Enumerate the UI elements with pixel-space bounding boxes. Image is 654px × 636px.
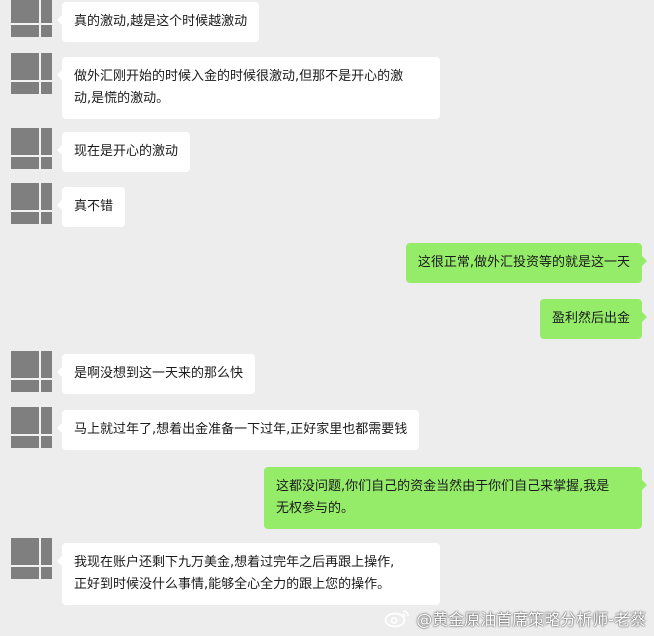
contact-avatar[interactable]: [11, 407, 52, 448]
message-text-line: 无权参与的。: [276, 501, 355, 516]
outgoing-message-bubble[interactable]: 这都没问题,你们自己的资金当然由于你们自己来掌握,我是 无权参与的。: [264, 467, 647, 529]
watermark-text: @黄金原油首席策略分析师-老蔡: [416, 610, 646, 629]
message-text: 马上就过年了,想着出金准备一下过年,正好家里也都需要钱: [74, 422, 408, 437]
incoming-message-bubble[interactable]: 真的激动,越是这个时候越激动: [56, 2, 260, 42]
incoming-message-bubble[interactable]: 现在是开心的激动: [56, 132, 191, 172]
message-text: 真不错: [74, 199, 114, 214]
message-text: 现在是开心的激动: [74, 144, 179, 159]
incoming-message-bubble[interactable]: 我现在账户还剩下九万美金,想着过完年之后再跟上操作, 正好到时候没什么事情,能够…: [57, 543, 440, 605]
watermark: @黄金原油首席策略分析师-老蔡: [384, 606, 646, 630]
message-text: 是啊没想到这一天来的那么快: [74, 366, 244, 381]
incoming-message-bubble[interactable]: 真不错: [56, 187, 126, 227]
message-text-line: 正好到时候没什么事情,能够全心全力的跟上您的操作。: [74, 577, 391, 592]
contact-avatar[interactable]: [11, 0, 52, 37]
incoming-message-bubble[interactable]: 做外汇刚开始的时候入金的时候很激动,但那不是开心的激 动,是慌的激动。: [57, 57, 440, 119]
contact-avatar[interactable]: [11, 351, 52, 392]
contact-avatar[interactable]: [11, 128, 52, 169]
message-text: 这很正常,做外汇投资等的就是这一天: [417, 255, 630, 270]
contact-avatar[interactable]: [11, 183, 52, 224]
outgoing-message-bubble[interactable]: 这很正常,做外汇投资等的就是这一天: [405, 243, 648, 283]
message-text-line: 动,是慌的激动。: [74, 91, 170, 106]
message-text-line: 这都没问题,你们自己的资金当然由于你们自己来掌握,我是: [276, 479, 610, 494]
message-text: 盈利然后出金: [551, 311, 630, 326]
incoming-message-bubble[interactable]: 是啊没想到这一天来的那么快: [56, 354, 256, 394]
incoming-message-bubble[interactable]: 马上就过年了,想着出金准备一下过年,正好家里也都需要钱: [56, 410, 420, 450]
message-text-line: 做外汇刚开始的时候入金的时候很激动,但那不是开心的激: [74, 69, 404, 84]
contact-avatar[interactable]: [11, 53, 52, 94]
contact-avatar[interactable]: [11, 538, 52, 579]
outgoing-message-bubble[interactable]: 盈利然后出金: [539, 299, 648, 339]
message-text-line: 我现在账户还剩下九万美金,想着过完年之后再跟上操作,: [74, 555, 395, 570]
message-text: 真的激动,越是这个时候越激动: [74, 14, 248, 29]
weibo-icon: [384, 610, 410, 628]
